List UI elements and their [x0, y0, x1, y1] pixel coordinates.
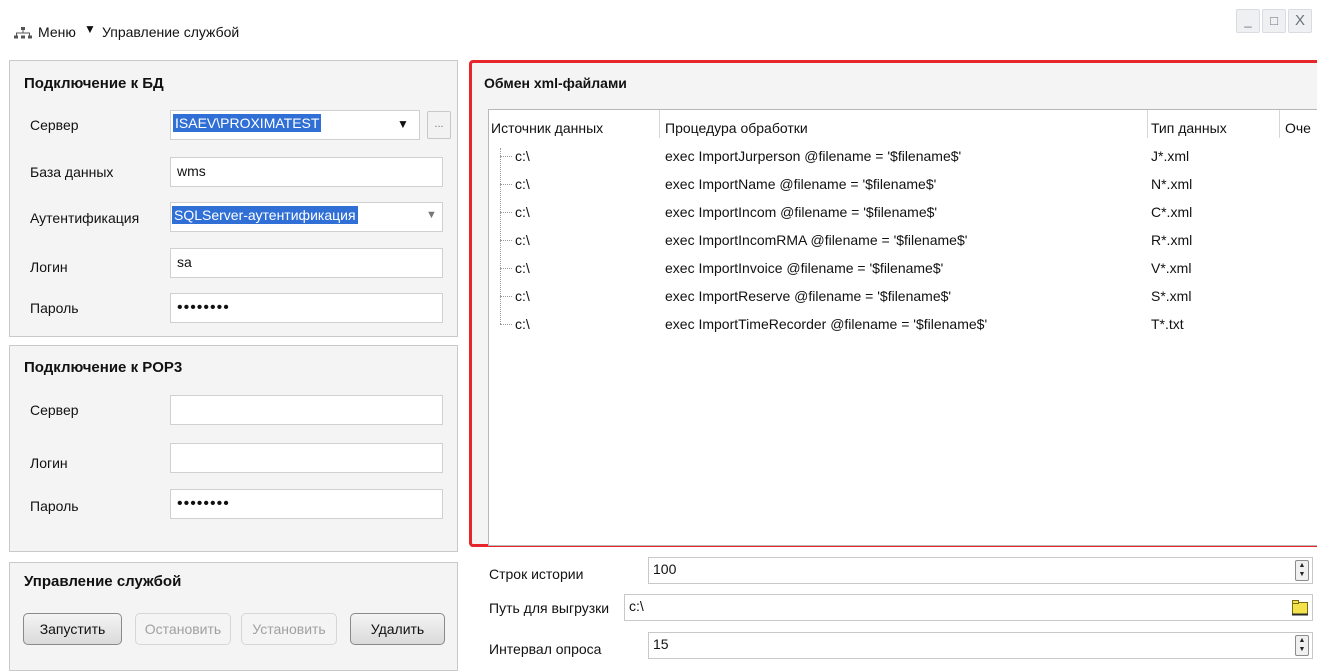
window-title: Управление службой — [102, 24, 240, 40]
server-browse-button[interactable]: ... — [427, 111, 451, 139]
menu-dropdown-arrow-icon[interactable]: ▼ — [84, 22, 96, 36]
row-type: N*.xml — [1151, 176, 1193, 192]
table-row[interactable]: c:\ exec ImportIncom @filename = '$filen… — [489, 198, 1317, 226]
db-server-select[interactable]: ISAEV\PROXIMATEST ▼ — [170, 110, 420, 140]
row-source: c:\ — [515, 288, 530, 304]
row-source: c:\ — [515, 176, 530, 192]
history-rows-value: 100 — [653, 561, 677, 577]
password-input[interactable]: •••••••• — [170, 293, 443, 323]
folder-browse-icon[interactable] — [1292, 599, 1308, 616]
row-source: c:\ — [515, 316, 530, 332]
pop3-login-label: Логин — [30, 455, 68, 471]
export-path-label: Путь для выгрузки — [489, 600, 610, 616]
polling-interval-spinner[interactable]: ▲ ▼ — [1295, 635, 1309, 656]
auth-value: SQLServer-аутентификация — [172, 206, 358, 224]
column-header-type[interactable]: Тип данных — [1151, 120, 1227, 136]
row-source: c:\ — [515, 148, 530, 164]
row-procedure: exec ImportIncomRMA @filename = '$filena… — [665, 232, 968, 248]
table-row[interactable]: c:\ exec ImportIncomRMA @filename = '$fi… — [489, 226, 1317, 254]
table-row[interactable]: c:\ exec ImportName @filename = '$filena… — [489, 170, 1317, 198]
login-input[interactable]: sa — [170, 248, 443, 278]
row-procedure: exec ImportName @filename = '$filename$' — [665, 176, 937, 192]
tree-branch — [500, 296, 512, 297]
row-procedure: exec ImportReserve @filename = '$filenam… — [665, 288, 952, 304]
login-label: Логин — [30, 259, 68, 275]
polling-interval-label: Интервал опроса — [489, 641, 602, 657]
export-path-input[interactable]: c:\ — [624, 594, 1313, 621]
auth-select[interactable]: SQLServer-аутентификация ▼ — [170, 202, 443, 232]
stop-button[interactable]: Остановить — [135, 613, 231, 645]
tree-branch — [500, 268, 512, 269]
column-divider[interactable] — [1279, 110, 1280, 138]
row-type: S*.xml — [1151, 288, 1192, 304]
database-label: База данных — [30, 164, 114, 180]
tree-branch — [500, 240, 512, 241]
row-source: c:\ — [515, 232, 530, 248]
title-bar: Меню ▼ Управление службой _ □ X — [0, 0, 1317, 50]
export-path-value: c:\ — [629, 598, 644, 614]
xml-exchange-table[interactable]: Источник данных Процедура обработки Тип … — [488, 109, 1317, 546]
column-header-queue[interactable]: Оче — [1285, 120, 1311, 136]
tree-branch — [500, 324, 512, 325]
pop3-panel-title: Подключение к POP3 — [24, 359, 183, 376]
pop3-server-label: Сервер — [30, 402, 79, 418]
auth-label: Аутентификация — [30, 210, 140, 226]
history-rows-input[interactable]: 100 ▲ ▼ — [648, 557, 1313, 584]
xml-exchange-panel: Обмен xml-файлами Источник данных Процед… — [469, 60, 1317, 547]
row-procedure: exec ImportInvoice @filename = '$filenam… — [665, 260, 944, 276]
tree-branch — [500, 156, 512, 157]
row-procedure: exec ImportTimeRecorder @filename = '$fi… — [665, 316, 988, 332]
db-connection-panel: Подключение к БД Сервер ISAEV\PROXIMATES… — [9, 60, 458, 337]
password-label: Пароль — [30, 300, 79, 316]
db-panel-title: Подключение к БД — [24, 75, 164, 92]
row-procedure: exec ImportJurperson @filename = '$filen… — [665, 148, 962, 164]
row-type: C*.xml — [1151, 204, 1193, 220]
column-divider[interactable] — [659, 110, 660, 138]
remove-button[interactable]: Удалить — [350, 613, 445, 645]
pop3-password-input[interactable]: •••••••• — [170, 489, 443, 519]
service-panel-title: Управление службой — [24, 573, 182, 590]
pop3-password-label: Пароль — [30, 498, 79, 514]
close-button[interactable]: X — [1288, 9, 1312, 33]
table-row[interactable]: c:\ exec ImportTimeRecorder @filename = … — [489, 310, 1317, 338]
start-button[interactable]: Запустить — [23, 613, 122, 645]
tree-branch — [500, 184, 512, 185]
chevron-down-icon[interactable]: ▼ — [426, 209, 437, 221]
service-control-panel: Управление службой Запустить Остановить … — [9, 562, 458, 671]
pop3-server-input[interactable] — [170, 395, 443, 425]
menu-button[interactable]: Меню — [38, 24, 76, 40]
table-row[interactable]: c:\ exec ImportJurperson @filename = '$f… — [489, 142, 1317, 170]
row-procedure: exec ImportIncom @filename = '$filename$… — [665, 204, 938, 220]
table-row[interactable]: c:\ exec ImportInvoice @filename = '$fil… — [489, 254, 1317, 282]
polling-interval-value: 15 — [653, 636, 669, 652]
maximize-button[interactable]: □ — [1262, 9, 1286, 33]
minimize-button[interactable]: _ — [1236, 9, 1260, 33]
table-row[interactable]: c:\ exec ImportReserve @filename = '$fil… — [489, 282, 1317, 310]
pop3-login-input[interactable] — [170, 443, 443, 473]
history-rows-label: Строк истории — [489, 566, 584, 582]
app-network-icon[interactable] — [14, 27, 32, 39]
tree-branch — [500, 212, 512, 213]
row-type: J*.xml — [1151, 148, 1190, 164]
row-source: c:\ — [515, 260, 530, 276]
column-divider[interactable] — [1147, 110, 1148, 138]
row-source: c:\ — [515, 204, 530, 220]
column-header-procedure[interactable]: Процедура обработки — [665, 120, 808, 136]
polling-interval-input[interactable]: 15 ▲ ▼ — [648, 632, 1313, 659]
db-server-label: Сервер — [30, 117, 79, 133]
column-header-source[interactable]: Источник данных — [491, 120, 603, 136]
xml-panel-title: Обмен xml-файлами — [484, 75, 627, 91]
row-type: V*.xml — [1151, 260, 1192, 276]
row-type: T*.txt — [1151, 316, 1184, 332]
row-type: R*.xml — [1151, 232, 1193, 248]
db-server-value: ISAEV\PROXIMATEST — [173, 114, 322, 132]
database-input[interactable]: wms — [170, 157, 443, 187]
history-rows-spinner[interactable]: ▲ ▼ — [1295, 560, 1309, 581]
chevron-down-icon[interactable]: ▼ — [397, 117, 409, 131]
install-button[interactable]: Установить — [241, 613, 337, 645]
pop3-connection-panel: Подключение к POP3 Сервер Логин Пароль •… — [9, 345, 458, 552]
